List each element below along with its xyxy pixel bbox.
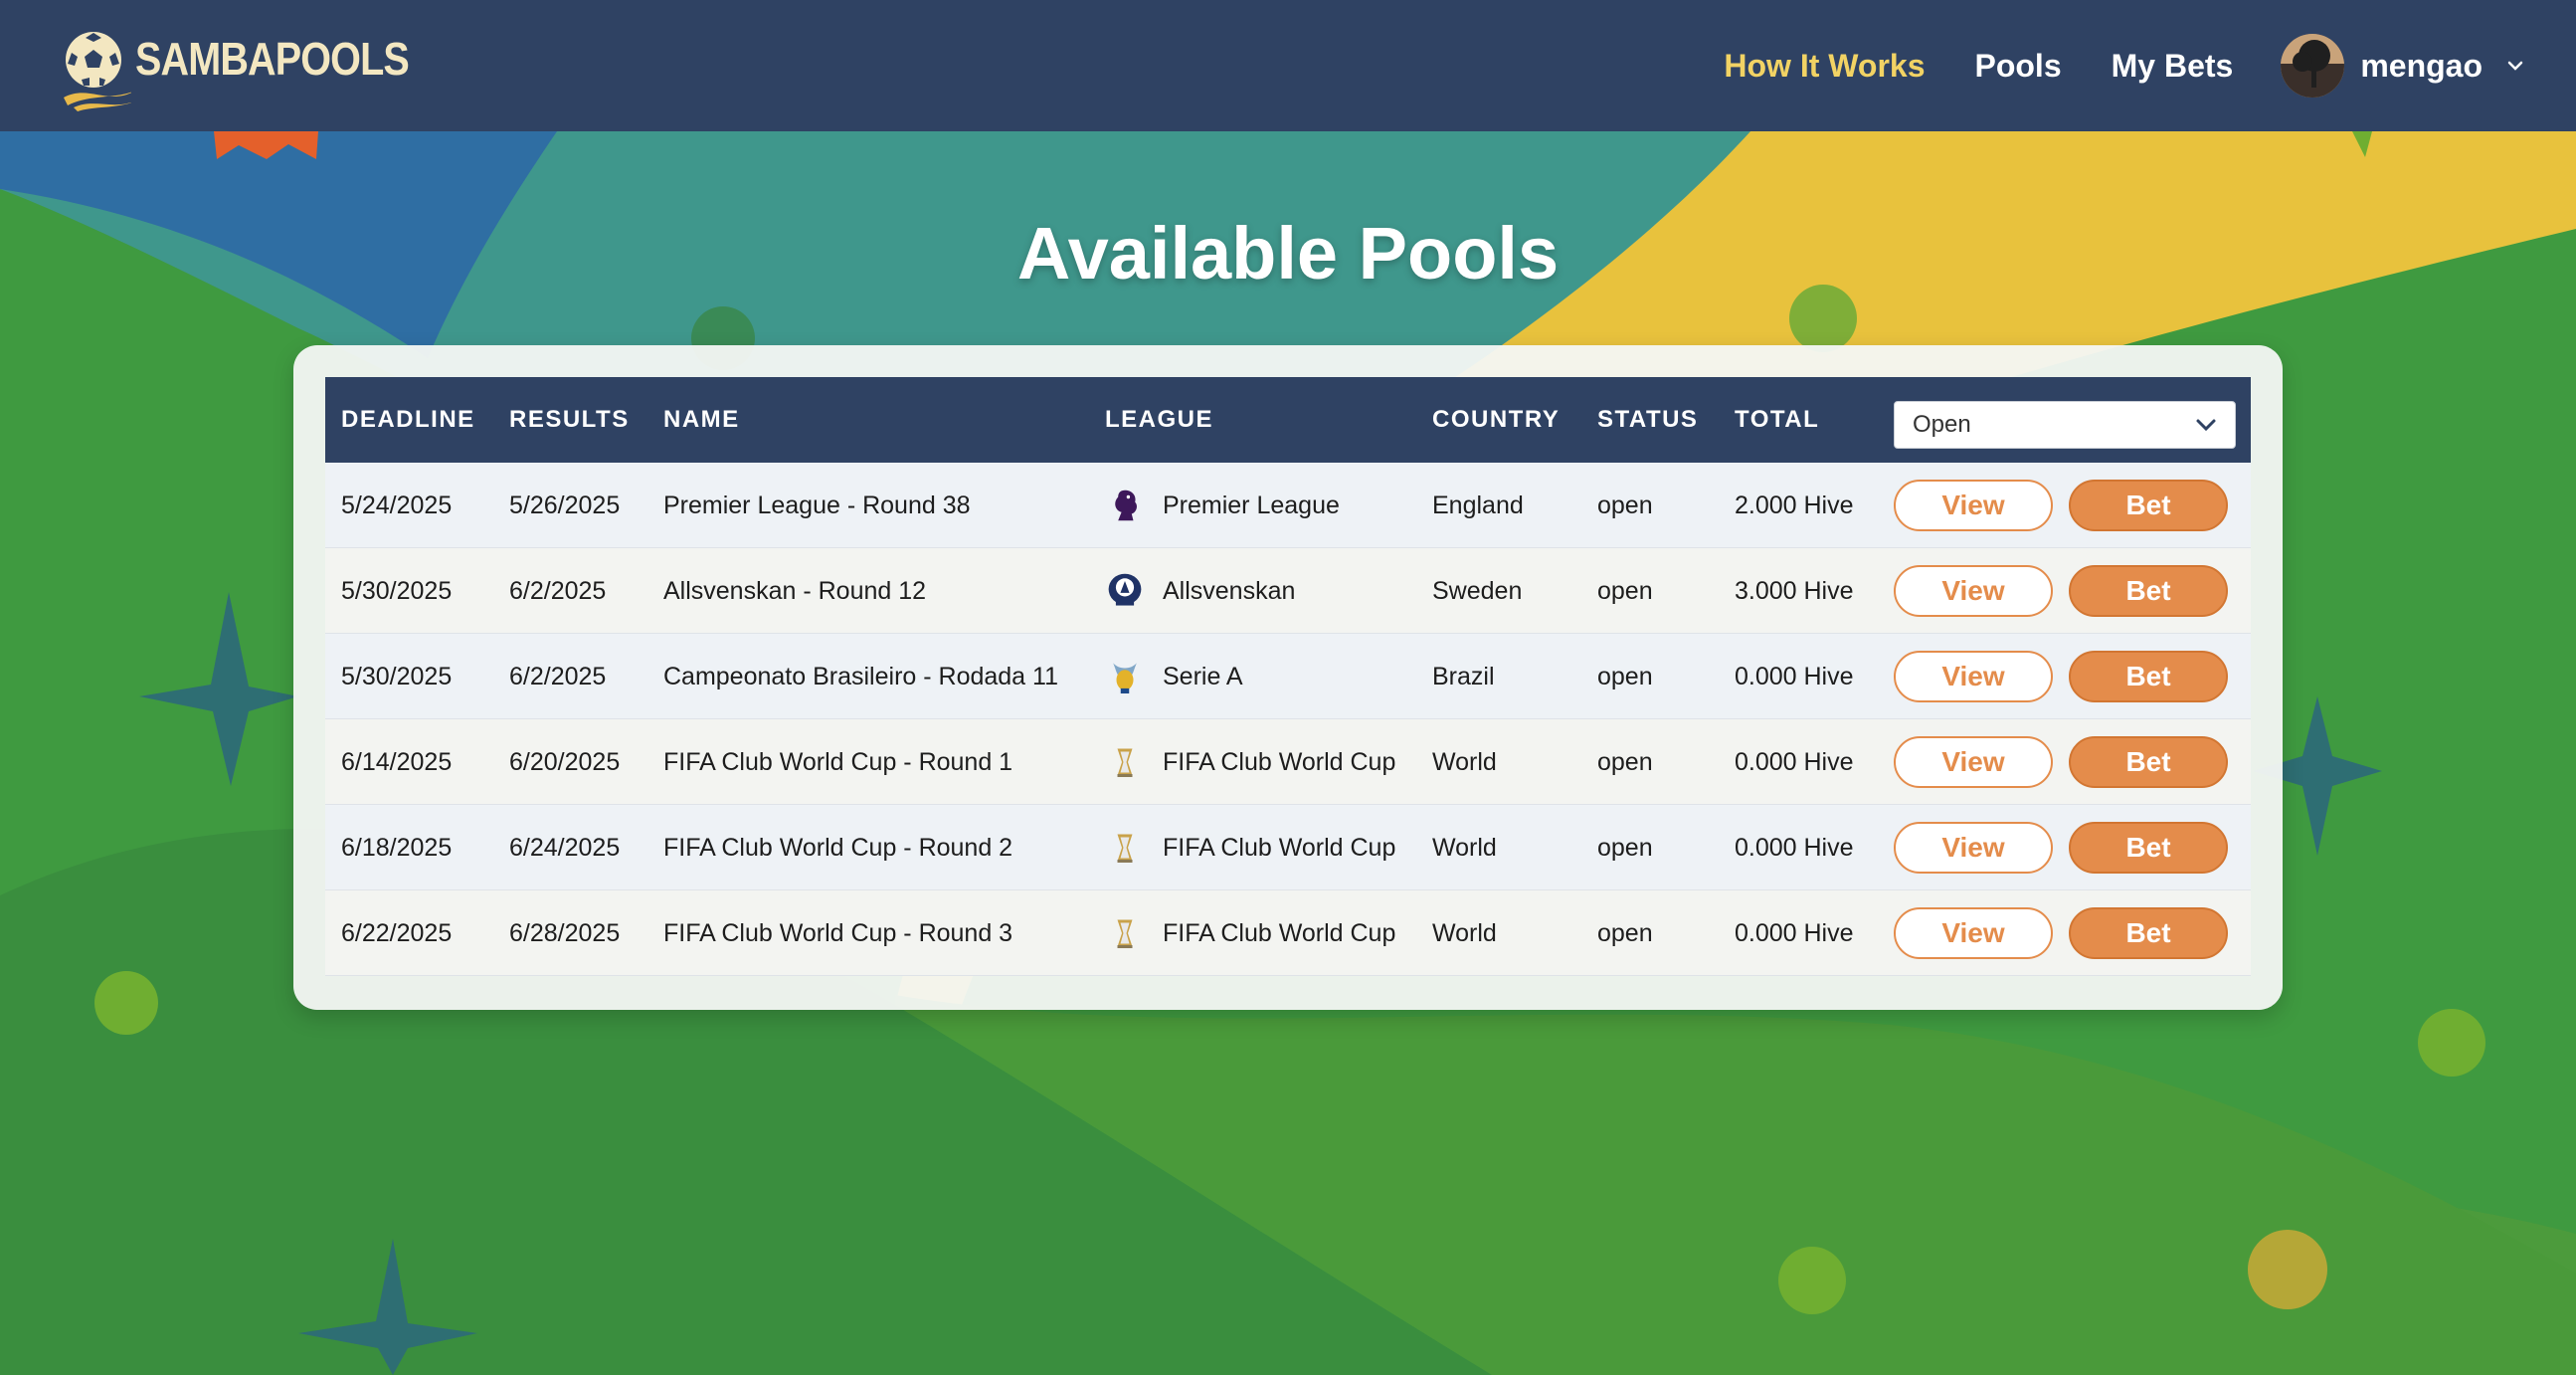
page-title: Available Pools	[1016, 212, 1560, 295]
cell-name: Premier League - Round 38	[663, 491, 971, 519]
cell-league: Premier League	[1105, 463, 1340, 548]
cell-league: FIFA Club World Cup	[1105, 890, 1395, 976]
club-world-cup-icon	[1105, 911, 1145, 955]
pools-card: DEADLINE RESULTS NAME LEAGUE COUNTRY STA…	[293, 345, 2283, 1010]
cell-total: 2.000 Hive	[1735, 491, 1854, 519]
header-league[interactable]: LEAGUE	[1105, 377, 1213, 463]
cell-deadline: 5/30/2025	[341, 663, 453, 690]
cell-country: Sweden	[1432, 577, 1523, 605]
user-menu[interactable]: mengao	[2281, 34, 2526, 98]
top-navbar: SAMBAPOOLS How It Works Pools My Bets me…	[0, 0, 2576, 131]
cell-status: open	[1597, 491, 1653, 519]
cell-name: FIFA Club World Cup - Round 3	[663, 919, 1013, 947]
cell-deadline: 6/14/2025	[341, 748, 453, 776]
cell-country: Brazil	[1432, 663, 1495, 690]
view-button[interactable]: View	[1894, 822, 2053, 874]
cell-deadline: 5/30/2025	[341, 577, 453, 605]
cell-status: open	[1597, 663, 1653, 690]
bet-button[interactable]: Bet	[2069, 822, 2228, 874]
league-label: Allsvenskan	[1163, 577, 1296, 605]
bet-button[interactable]: Bet	[2069, 736, 2228, 788]
premier-league-icon	[1105, 484, 1145, 527]
header-country[interactable]: COUNTRY	[1432, 377, 1560, 463]
view-button[interactable]: View	[1894, 480, 2053, 531]
table-header: DEADLINE RESULTS NAME LEAGUE COUNTRY STA…	[325, 377, 2251, 463]
cell-name: FIFA Club World Cup - Round 1	[663, 748, 1013, 776]
cell-total: 0.000 Hive	[1735, 663, 1854, 690]
cell-name: Allsvenskan - Round 12	[663, 577, 927, 605]
view-button[interactable]: View	[1894, 651, 2053, 702]
table-row: 5/30/2025 6/2/2025 Allsvenskan - Round 12 A…	[325, 548, 2251, 634]
cell-country: World	[1432, 919, 1497, 947]
table-row: 6/14/2025 6/20/2025 FIFA Club World Cup - …	[325, 719, 2251, 805]
nav-how-it-works[interactable]: How It Works	[1724, 48, 1925, 85]
cell-deadline: 5/24/2025	[341, 491, 453, 519]
bet-button[interactable]: Bet	[2069, 480, 2228, 531]
serie-a-icon	[1105, 655, 1145, 698]
bet-button[interactable]: Bet	[2069, 651, 2228, 702]
cell-deadline: 6/18/2025	[341, 834, 453, 862]
cell-results: 6/28/2025	[509, 919, 621, 947]
cell-results: 6/2/2025	[509, 663, 607, 690]
brand-name: SAMBAPOOLS	[135, 33, 410, 85]
league-label: Serie A	[1163, 663, 1243, 690]
cell-status: open	[1597, 919, 1653, 947]
allsvenskan-icon	[1105, 569, 1145, 613]
brand-logo[interactable]: SAMBAPOOLS	[60, 20, 454, 111]
bet-button[interactable]: Bet	[2069, 907, 2228, 959]
table-row: 6/18/2025 6/24/2025 FIFA Club World Cup - …	[325, 805, 2251, 890]
view-button[interactable]: View	[1894, 907, 2053, 959]
club-world-cup-icon	[1105, 740, 1145, 784]
cell-country: World	[1432, 748, 1497, 776]
cell-status: open	[1597, 748, 1653, 776]
table-row: 5/30/2025 6/2/2025 Campeonato Brasileiro -…	[325, 634, 2251, 719]
cell-results: 5/26/2025	[509, 491, 621, 519]
chevron-down-icon	[2507, 61, 2523, 71]
nav-my-bets[interactable]: My Bets	[2112, 48, 2234, 85]
status-filter-value: Open	[1913, 411, 1971, 438]
cell-total: 0.000 Hive	[1735, 919, 1854, 947]
cell-results: 6/20/2025	[509, 748, 621, 776]
league-label: FIFA Club World Cup	[1163, 748, 1396, 776]
cell-league: Serie A	[1105, 634, 1243, 719]
table-row: 6/22/2025 6/28/2025 FIFA Club World Cup - …	[325, 890, 2251, 976]
username: mengao	[2360, 47, 2483, 84]
cell-name: Campeonato Brasileiro - Rodada 11	[663, 663, 1058, 690]
cell-country: World	[1432, 834, 1497, 862]
soccer-ball-icon	[64, 32, 131, 111]
table-body: 5/24/2025 5/26/2025 Premier League - Round…	[325, 463, 2251, 976]
league-label: Premier League	[1163, 491, 1340, 519]
pools-table: DEADLINE RESULTS NAME LEAGUE COUNTRY STA…	[325, 377, 2251, 976]
chevron-down-icon	[2196, 419, 2216, 432]
cell-total: 3.000 Hive	[1735, 577, 1854, 605]
header-status[interactable]: STATUS	[1597, 377, 1698, 463]
main-nav: How It Works Pools My Bets mengao	[1674, 0, 2526, 131]
cell-deadline: 6/22/2025	[341, 919, 453, 947]
cell-country: England	[1432, 491, 1524, 519]
cell-league: Allsvenskan	[1105, 548, 1295, 634]
cell-status: open	[1597, 834, 1653, 862]
cell-results: 6/24/2025	[509, 834, 621, 862]
view-button[interactable]: View	[1894, 736, 2053, 788]
nav-pools[interactable]: Pools	[1974, 48, 2061, 85]
cell-name: FIFA Club World Cup - Round 2	[663, 834, 1013, 862]
cell-total: 0.000 Hive	[1735, 748, 1854, 776]
header-results[interactable]: RESULTS	[509, 377, 630, 463]
avatar	[2281, 34, 2345, 98]
league-label: FIFA Club World Cup	[1163, 919, 1396, 947]
cell-league: FIFA Club World Cup	[1105, 719, 1395, 805]
club-world-cup-icon	[1105, 826, 1145, 870]
cell-status: open	[1597, 577, 1653, 605]
league-label: FIFA Club World Cup	[1163, 834, 1396, 862]
cell-league: FIFA Club World Cup	[1105, 805, 1395, 890]
cell-total: 0.000 Hive	[1735, 834, 1854, 862]
view-button[interactable]: View	[1894, 565, 2053, 617]
bet-button[interactable]: Bet	[2069, 565, 2228, 617]
status-filter-select[interactable]: Open	[1894, 401, 2236, 449]
header-total[interactable]: TOTAL	[1735, 377, 1819, 463]
header-deadline[interactable]: DEADLINE	[341, 377, 475, 463]
cell-results: 6/2/2025	[509, 577, 607, 605]
header-name[interactable]: NAME	[663, 377, 740, 463]
table-row: 5/24/2025 5/26/2025 Premier League - Round…	[325, 463, 2251, 548]
